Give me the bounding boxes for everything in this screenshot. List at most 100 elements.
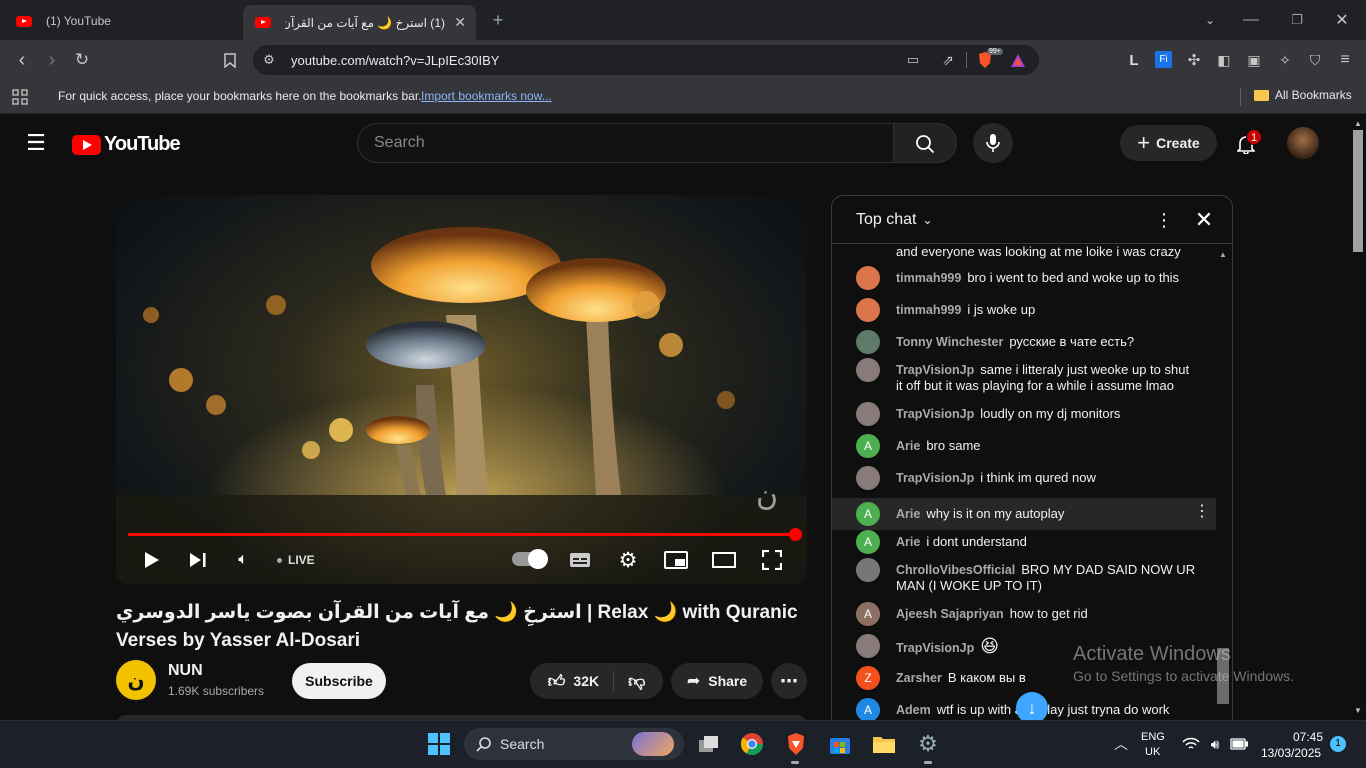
chat-author[interactable]: TrapVisionJp — [896, 471, 974, 485]
chat-author[interactable]: TrapVisionJp — [896, 407, 974, 421]
fullscreen-icon[interactable] — [760, 548, 784, 572]
more-actions-button[interactable]: ⋯ — [771, 663, 807, 699]
minimize-icon[interactable]: — — [1242, 10, 1260, 30]
search-button[interactable] — [893, 123, 957, 163]
chat-avatar[interactable]: Z — [856, 666, 880, 690]
windows-start-icon[interactable] — [426, 731, 452, 757]
settings-app-icon[interactable]: ⚙ — [915, 731, 941, 757]
live-label[interactable]: LIVE — [288, 553, 315, 567]
next-icon[interactable] — [188, 549, 208, 571]
all-bookmarks-folder[interactable]: All Bookmarks — [1254, 88, 1352, 102]
chat-avatar[interactable] — [856, 358, 880, 382]
video-player[interactable]: ن 🔈︎ LIVE ⚙ — [116, 195, 807, 584]
task-view-icon[interactable] — [696, 731, 722, 757]
miniplayer-icon[interactable] — [664, 550, 688, 570]
extensions-puzzle-icon[interactable]: ✣ — [1184, 50, 1204, 70]
page-scrollbar-thumb[interactable] — [1353, 130, 1363, 252]
site-info-icon[interactable]: ⚙ — [261, 52, 277, 68]
channel-name[interactable]: NUN — [168, 662, 203, 680]
reload-icon[interactable]: ↻ — [72, 50, 92, 70]
chat-avatar[interactable] — [856, 634, 880, 658]
search-input[interactable]: Search — [357, 123, 894, 163]
close-window-icon[interactable]: ✕ — [1333, 10, 1351, 30]
clock-date[interactable]: 13/03/2025 — [1261, 746, 1321, 760]
extension-fi-icon[interactable]: Fi — [1155, 51, 1172, 68]
apps-grid-icon[interactable] — [10, 87, 30, 107]
chat-author[interactable]: Adem — [896, 703, 931, 717]
close-chat-icon[interactable]: ✕ — [1192, 207, 1216, 232]
wifi-icon[interactable] — [1178, 731, 1204, 757]
chat-avatar[interactable] — [856, 330, 880, 354]
chat-avatar[interactable]: A — [856, 434, 880, 458]
leo-ai-icon[interactable]: ✧ — [1275, 50, 1295, 70]
tab-search-icon[interactable]: ⌄ — [1200, 10, 1220, 30]
create-button[interactable]: + Create — [1120, 125, 1217, 161]
forward-icon[interactable]: › — [42, 49, 62, 71]
chat-options-icon[interactable]: ⋮ — [1154, 210, 1174, 230]
hamburger-menu-icon[interactable]: ☰ — [24, 130, 48, 155]
extension-l-icon[interactable]: L — [1124, 50, 1144, 70]
chat-avatar[interactable] — [856, 466, 880, 490]
autoplay-toggle[interactable] — [512, 549, 548, 569]
voice-search-button[interactable] — [973, 123, 1013, 163]
settings-gear-icon[interactable]: ⚙ — [616, 548, 640, 572]
chat-avatar[interactable]: A — [856, 502, 880, 526]
dislike-button[interactable]: 👎︎ — [614, 671, 645, 692]
language-top[interactable]: ENG — [1141, 731, 1165, 743]
file-explorer-icon[interactable] — [871, 731, 897, 757]
progress-scrubber[interactable] — [789, 528, 802, 541]
tab-youtube[interactable]: (1) YouTube — [8, 6, 238, 36]
language-bottom[interactable]: UK — [1145, 746, 1160, 758]
like-button[interactable]: 👍︎ 32K — [548, 670, 615, 692]
battery-icon[interactable] — [1226, 731, 1252, 757]
theater-mode-icon[interactable] — [712, 550, 736, 570]
chat-avatar[interactable]: A — [856, 698, 880, 720]
volume-icon[interactable]: 🔈︎ — [233, 550, 253, 570]
microsoft-store-icon[interactable] — [827, 731, 853, 757]
chat-author[interactable]: Tonny Winchester — [896, 335, 1003, 349]
page-scroll-down-icon[interactable]: ▼ — [1354, 706, 1362, 715]
back-icon[interactable]: ‹ — [12, 49, 32, 71]
chat-author[interactable]: Arie — [896, 439, 920, 453]
maximize-icon[interactable]: ❐ — [1288, 10, 1306, 30]
share-page-icon[interactable]: ⇗ — [938, 51, 958, 69]
tab-video[interactable]: (1) استرخِ 🌙 مع آيات من القرآن ✕ — [243, 5, 476, 40]
chat-author[interactable]: TrapVisionJp — [896, 641, 974, 655]
vpn-icon[interactable]: ⛉ — [1305, 50, 1325, 70]
chat-author[interactable]: Zarsher — [896, 671, 942, 685]
chrome-icon[interactable] — [739, 731, 765, 757]
chat-author[interactable]: ChrolloVibesOfficial — [896, 563, 1015, 577]
brave-rewards-icon[interactable] — [1008, 50, 1028, 70]
scroll-up-arrow-icon[interactable]: ▲ — [1219, 250, 1227, 259]
scroll-to-bottom-button[interactable]: ↓ — [1016, 692, 1048, 720]
chat-avatar[interactable]: A — [856, 602, 880, 626]
volume-tray-icon[interactable]: 🔊︎ — [1202, 731, 1228, 757]
show-hidden-icons-icon[interactable]: ︿ — [1108, 731, 1134, 757]
channel-avatar[interactable]: ن — [116, 660, 156, 700]
sidebar-icon[interactable]: ◧ — [1214, 50, 1234, 70]
chat-avatar[interactable] — [856, 266, 880, 290]
clock-time[interactable]: 07:45 — [1293, 730, 1323, 744]
bookmark-icon[interactable] — [220, 50, 240, 70]
new-tab-icon[interactable]: + — [488, 10, 508, 30]
chat-avatar[interactable]: A — [856, 530, 880, 554]
share-button[interactable]: ➦ Share — [671, 663, 763, 699]
account-avatar[interactable] — [1287, 127, 1319, 159]
progress-bar-track[interactable] — [128, 528, 802, 541]
subscribe-button[interactable]: Subscribe — [292, 663, 386, 699]
chat-author[interactable]: Ajeesh Sajapriyan — [896, 607, 1004, 621]
chat-author[interactable]: Arie — [896, 535, 920, 549]
notification-center-badge[interactable]: 1 — [1330, 736, 1346, 752]
play-icon[interactable] — [142, 549, 162, 571]
close-tab-icon[interactable]: ✕ — [454, 14, 466, 31]
top-chat-dropdown[interactable]: Top chat ⌄ — [856, 211, 933, 229]
url-text[interactable]: youtube.com/watch?v=JLpIEc30IBY — [291, 53, 499, 68]
chat-author[interactable]: Arie — [896, 507, 920, 521]
page-scroll-up-icon[interactable]: ▲ — [1354, 119, 1362, 128]
taskbar-search-box[interactable]: Search — [464, 728, 684, 760]
chat-message[interactable]: A Arie why is it on my autoplay ⋮ — [832, 498, 1216, 530]
chat-author[interactable]: timmah999 — [896, 271, 961, 285]
chat-avatar[interactable] — [856, 298, 880, 322]
import-bookmarks-link[interactable]: Import bookmarks now... — [421, 89, 552, 103]
chat-avatar[interactable] — [856, 402, 880, 426]
